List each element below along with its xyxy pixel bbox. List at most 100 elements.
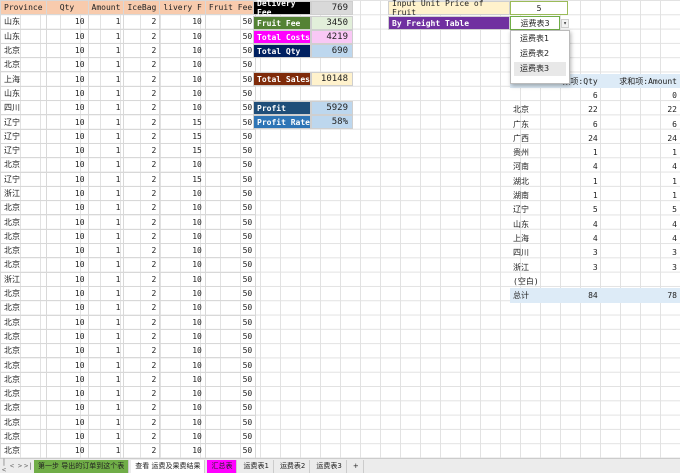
table-cell[interactable]: 1 (87, 285, 125, 302)
pivot-cell[interactable]: 浙江 (510, 260, 549, 274)
column-header[interactable]: Province (0, 0, 47, 16)
table-cell[interactable]: 10 (159, 414, 206, 430)
delivery-fee-value[interactable]: 769 (311, 1, 353, 15)
pivot-cell[interactable]: 辽宁 (510, 203, 549, 217)
table-cell[interactable]: 50 (204, 28, 257, 44)
table-cell[interactable]: 北京 (0, 371, 47, 388)
table-cell[interactable]: 50 (204, 400, 257, 416)
table-cell[interactable]: 10 (159, 343, 206, 359)
pivot-cell[interactable]: 0 (601, 88, 680, 102)
table-cell[interactable]: 2 (123, 371, 161, 388)
table-cell[interactable]: 北京 (0, 228, 47, 245)
table-cell[interactable]: 10 (45, 85, 89, 102)
table-cell[interactable]: 50 (204, 357, 257, 373)
pivot-cell[interactable]: 4 (549, 231, 600, 245)
table-cell[interactable]: 50 (204, 443, 257, 459)
table-cell[interactable]: 2 (123, 57, 161, 73)
table-cell[interactable]: 10 (159, 100, 206, 116)
pivot-cell[interactable]: (空白) (510, 274, 549, 288)
pivot-cell[interactable] (510, 88, 549, 102)
table-cell[interactable]: 15 (159, 142, 206, 159)
pivot-cell[interactable]: 3 (601, 246, 680, 260)
pivot-cell[interactable]: 4 (549, 217, 600, 231)
table-cell[interactable]: 50 (204, 71, 257, 87)
table-cell[interactable]: 1 (87, 71, 125, 87)
pivot-cell[interactable]: 84 (549, 288, 600, 302)
table-cell[interactable]: 50 (204, 214, 257, 230)
total-sales-value[interactable]: 10148 (311, 72, 353, 86)
table-cell[interactable]: 50 (204, 300, 257, 316)
table-cell[interactable]: 2 (123, 428, 161, 445)
table-cell[interactable]: 1 (87, 28, 125, 44)
table-cell[interactable]: 10 (159, 85, 206, 102)
table-cell[interactable]: 10 (45, 386, 89, 402)
table-cell[interactable]: 北京 (0, 414, 47, 430)
table-cell[interactable]: 50 (204, 285, 257, 302)
pivot-cell[interactable]: 1 (601, 145, 680, 159)
pivot-cell[interactable]: 5 (601, 203, 680, 217)
table-cell[interactable]: 50 (204, 128, 257, 144)
table-cell[interactable]: 50 (204, 14, 257, 30)
table-cell[interactable]: 50 (204, 271, 257, 287)
pivot-cell[interactable]: 广东 (510, 117, 549, 131)
table-cell[interactable]: 50 (204, 414, 257, 430)
table-cell[interactable]: 10 (45, 428, 89, 445)
sheet-tab[interactable]: 运费表1 (239, 459, 274, 473)
table-cell[interactable]: 10 (45, 371, 89, 388)
pivot-cell[interactable]: 4 (601, 231, 680, 245)
pivot-cell[interactable]: 3 (549, 246, 600, 260)
table-cell[interactable]: 10 (159, 371, 206, 388)
column-header[interactable]: IceBag (123, 0, 161, 16)
pivot-cell[interactable]: 6 (549, 117, 600, 131)
table-cell[interactable]: 10 (45, 185, 89, 202)
next-sheet-icon[interactable]: > (16, 462, 24, 470)
table-cell[interactable]: 50 (204, 142, 257, 159)
pivot-cell[interactable]: 1 (601, 174, 680, 188)
pivot-cell[interactable]: 四川 (510, 246, 549, 260)
table-cell[interactable]: 北京 (0, 285, 47, 302)
table-cell[interactable]: 10 (159, 271, 206, 287)
table-cell[interactable]: 10 (159, 200, 206, 216)
table-cell[interactable]: 1 (87, 371, 125, 388)
pivot-cell[interactable]: 6 (549, 88, 600, 102)
table-cell[interactable]: 1 (87, 271, 125, 287)
table-cell[interactable]: 1 (87, 400, 125, 416)
table-cell[interactable]: 2 (123, 128, 161, 144)
table-cell[interactable]: 1 (87, 386, 125, 402)
total-costs-value[interactable]: 4219 (311, 30, 353, 44)
pivot-cell[interactable]: 4 (601, 217, 680, 231)
table-cell[interactable]: 50 (204, 42, 257, 59)
table-cell[interactable]: 2 (123, 228, 161, 245)
table-cell[interactable]: 北京 (0, 42, 47, 59)
pivot-cell[interactable]: 5 (549, 203, 600, 217)
pivot-cell[interactable]: 求和项:Amount (601, 74, 680, 88)
table-cell[interactable]: 50 (204, 314, 257, 330)
table-cell[interactable]: 50 (204, 157, 257, 173)
pivot-cell[interactable]: 上海 (510, 231, 549, 245)
column-header[interactable]: livery F (159, 0, 206, 16)
table-cell[interactable]: 2 (123, 100, 161, 116)
table-cell[interactable]: 1 (87, 314, 125, 330)
table-cell[interactable]: 北京 (0, 428, 47, 445)
table-cell[interactable]: 北京 (0, 257, 47, 273)
table-cell[interactable]: 10 (45, 28, 89, 44)
pivot-cell[interactable]: 22 (601, 103, 680, 117)
pivot-cell[interactable]: 贵州 (510, 145, 549, 159)
table-cell[interactable]: 北京 (0, 157, 47, 173)
pivot-cell[interactable]: 3 (601, 260, 680, 274)
table-cell[interactable]: 1 (87, 300, 125, 316)
table-cell[interactable]: 50 (204, 228, 257, 245)
table-cell[interactable]: 50 (204, 57, 257, 73)
total-costs-label[interactable]: Total Costs (253, 30, 311, 44)
table-cell[interactable]: 2 (123, 400, 161, 416)
table-cell[interactable]: 1 (87, 142, 125, 159)
table-cell[interactable]: 50 (204, 243, 257, 259)
table-cell[interactable]: 2 (123, 257, 161, 273)
fruit-fee-value[interactable]: 3450 (311, 16, 353, 30)
table-cell[interactable]: 2 (123, 443, 161, 459)
pivot-cell[interactable] (601, 274, 680, 288)
table-cell[interactable]: 2 (123, 171, 161, 187)
table-cell[interactable]: 50 (204, 100, 257, 116)
pivot-cell[interactable]: 广西 (510, 131, 549, 145)
table-cell[interactable]: 2 (123, 42, 161, 59)
